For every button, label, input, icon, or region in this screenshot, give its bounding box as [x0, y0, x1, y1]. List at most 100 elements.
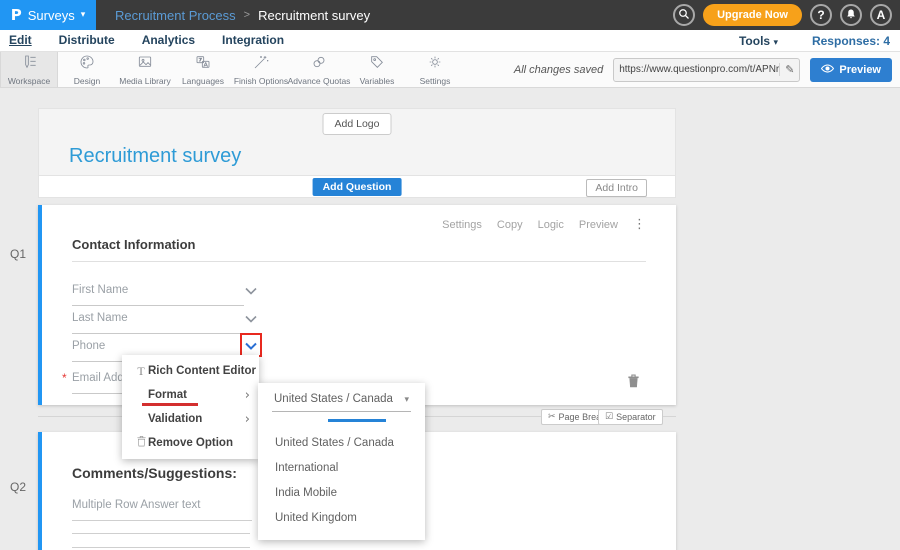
question-number-q2: Q2 — [10, 480, 26, 494]
tools-menu[interactable]: Tools ▾ — [739, 34, 778, 48]
option-context-menu: T Rich Content Editor Format › Validatio… — [122, 355, 259, 459]
toolbar-item-workspace[interactable]: Workspace — [0, 52, 58, 87]
multi-row-answer-field[interactable]: Multiple Row Answer text — [72, 495, 252, 521]
account-avatar[interactable]: A — [870, 4, 892, 26]
red-highlight-underline — [142, 403, 198, 406]
submenu-arrow-icon: › — [245, 389, 250, 402]
edit-url-icon[interactable]: ✎ — [779, 63, 794, 76]
survey-title[interactable]: Recruitment survey — [69, 145, 241, 168]
eye-icon — [821, 64, 834, 76]
responses-count[interactable]: Responses: 4 — [812, 34, 890, 48]
field-first-name[interactable]: First Name — [72, 280, 272, 304]
autosave-status: All changes saved — [514, 64, 603, 76]
format-submenu: United States / Canada ▾ United States /… — [258, 383, 425, 540]
breadcrumb-separator: > — [244, 9, 250, 21]
chevron-down-icon[interactable] — [245, 282, 257, 300]
add-logo-button[interactable]: Add Logo — [323, 113, 392, 135]
question-logic-link[interactable]: Logic — [538, 219, 564, 231]
question-copy-link[interactable]: Copy — [497, 219, 523, 231]
scissors-icon: ✂ — [548, 412, 556, 422]
image-icon — [136, 54, 154, 75]
palette-icon — [78, 54, 96, 75]
toolbar-item-media-library[interactable]: Media Library — [116, 52, 174, 87]
toolbar-right: All changes saved ✎ Preview — [514, 52, 900, 87]
checkbox-icon: ☑ — [605, 412, 613, 422]
separator-button[interactable]: ☑ Separator — [598, 409, 663, 425]
format-select[interactable]: United States / Canada ▾ — [272, 389, 411, 412]
avatar-initial: A — [877, 8, 886, 22]
search-icon — [678, 8, 690, 23]
chevron-down-icon[interactable] — [245, 310, 257, 328]
menu-item-format[interactable]: Format › — [122, 383, 259, 407]
menu-item-rich-content-editor[interactable]: T Rich Content Editor — [122, 359, 259, 383]
toolbar-item-variables[interactable]: Variables — [348, 52, 406, 87]
toolbar-item-finish-options[interactable]: Finish Options — [232, 52, 290, 87]
chain-links-icon — [310, 54, 328, 75]
breadcrumb-parent-link[interactable]: Recruitment Process — [115, 8, 236, 23]
tab-distribute[interactable]: Distribute — [59, 33, 115, 49]
editor-toolbar: Workspace Design Media Library Languages… — [0, 52, 900, 88]
question-mark-icon: ? — [817, 8, 824, 22]
add-question-button[interactable]: Add Question — [313, 178, 402, 196]
questionpro-logo-icon: P — [11, 6, 22, 24]
question-title[interactable]: Contact Information — [72, 237, 196, 252]
tab-analytics[interactable]: Analytics — [142, 33, 195, 49]
surveys-label: Surveys — [28, 8, 75, 23]
nav-right: Tools ▾ Responses: 4 — [739, 34, 900, 48]
help-button[interactable]: ? — [810, 4, 832, 26]
survey-url-box: ✎ — [613, 58, 800, 82]
delete-question-icon[interactable] — [627, 373, 640, 393]
preview-button[interactable]: Preview — [810, 58, 892, 82]
gear-icon — [426, 54, 444, 75]
question-title[interactable]: Comments/Suggestions: — [72, 465, 237, 481]
format-option-us-canada[interactable]: United States / Canada — [275, 437, 394, 449]
more-options-icon[interactable]: ⋮ — [633, 217, 646, 232]
format-option-international[interactable]: International — [275, 462, 338, 474]
topbar-actions: Upgrade Now ? A — [673, 4, 900, 26]
answer-line — [72, 533, 250, 534]
field-last-name[interactable]: Last Name — [72, 308, 272, 332]
notifications-button[interactable] — [840, 4, 862, 26]
question-settings-link[interactable]: Settings — [442, 219, 482, 231]
answer-line — [72, 547, 250, 548]
format-option-india-mobile[interactable]: India Mobile — [275, 487, 337, 499]
question-number-q1: Q1 — [10, 247, 26, 261]
survey-url-input[interactable] — [619, 64, 779, 75]
breadcrumb: Recruitment Process > Recruitment survey — [115, 8, 370, 23]
caret-down-icon: ▾ — [404, 395, 409, 405]
toolbar-item-design[interactable]: Design — [58, 52, 116, 87]
surveys-menu-button[interactable]: P Surveys ▾ — [0, 0, 96, 30]
field-label: First Name — [72, 284, 128, 296]
upgrade-now-button[interactable]: Upgrade Now — [703, 4, 802, 26]
menu-item-validation[interactable]: Validation › — [122, 407, 259, 431]
section-nav: Edit Distribute Analytics Integration To… — [0, 30, 900, 52]
breadcrumb-current: Recruitment survey — [258, 8, 370, 23]
nav-tabs: Edit Distribute Analytics Integration — [0, 33, 284, 49]
field-label: Last Name — [72, 312, 128, 324]
translate-icon — [194, 54, 212, 75]
toolbar-item-languages[interactable]: Languages — [174, 52, 232, 87]
field-label: Phone — [72, 340, 105, 352]
tab-edit[interactable]: Edit — [9, 33, 32, 49]
tag-icon — [368, 54, 386, 75]
tab-integration[interactable]: Integration — [222, 33, 284, 49]
bell-icon — [845, 8, 857, 23]
toolbar-item-advance-quotas[interactable]: Advance Quotas — [290, 52, 348, 87]
chevron-down-icon-highlighted[interactable] — [240, 333, 262, 357]
format-option-united-kingdom[interactable]: United Kingdom — [275, 512, 357, 524]
magic-wand-icon — [252, 54, 270, 75]
question-title-underline — [72, 261, 646, 262]
question-preview-link[interactable]: Preview — [579, 219, 618, 231]
chevron-down-icon: ▾ — [773, 38, 778, 48]
top-bar: P Surveys ▾ Recruitment Process > Recrui… — [0, 0, 900, 30]
search-button[interactable] — [673, 4, 695, 26]
answer-placeholder: Multiple Row Answer text — [72, 499, 200, 511]
toolbar-item-settings[interactable]: Settings — [406, 52, 464, 87]
workspace-icon — [20, 54, 38, 75]
add-intro-button[interactable]: Add Intro — [586, 179, 647, 197]
required-asterisk: * — [62, 371, 67, 385]
active-indicator-bar — [328, 419, 386, 422]
submenu-arrow-icon: › — [245, 413, 250, 426]
text-format-icon: T — [134, 364, 148, 379]
menu-item-remove-option[interactable]: Remove Option — [122, 431, 259, 455]
